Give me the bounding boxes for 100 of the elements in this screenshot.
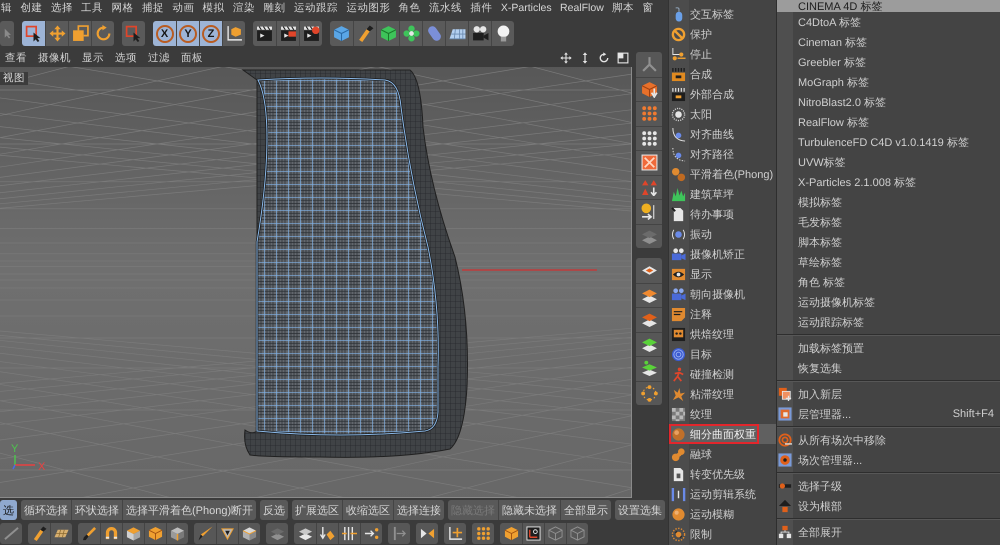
tool-button[interactable] bbox=[22, 21, 45, 46]
menu-item[interactable]: 平滑着色(Phong) bbox=[669, 164, 776, 184]
menu-item[interactable]: 运动跟踪 bbox=[294, 0, 338, 14]
3d-viewport[interactable]: Y X 视图 bbox=[0, 67, 632, 498]
tool-button[interactable] bbox=[491, 21, 514, 46]
cube-icon[interactable] bbox=[333, 25, 350, 42]
menu-item[interactable]: 恢复选集 bbox=[777, 358, 1000, 378]
menu-item[interactable]: 显示 bbox=[669, 264, 776, 284]
cube-icon[interactable] bbox=[126, 526, 141, 541]
selection-cursor-icon[interactable] bbox=[125, 25, 142, 42]
tool-button[interactable] bbox=[636, 126, 662, 150]
menu-item[interactable]: 层管理器... Shift+F4 bbox=[777, 404, 1000, 424]
tool-button[interactable] bbox=[636, 307, 662, 332]
tool-button[interactable] bbox=[222, 21, 245, 46]
tool-button[interactable] bbox=[636, 174, 662, 199]
selection-button[interactable]: 收缩选区 bbox=[342, 500, 394, 520]
clapperboard-icon[interactable] bbox=[256, 25, 273, 42]
menu-item[interactable]: 运动跟踪标签 bbox=[777, 312, 1000, 332]
tool-button[interactable] bbox=[238, 523, 260, 544]
selection-cursor-icon[interactable] bbox=[25, 25, 42, 42]
scale-square-icon[interactable] bbox=[72, 25, 88, 42]
menu-item[interactable]: 外部合成 bbox=[669, 84, 776, 104]
window-icon[interactable] bbox=[617, 52, 629, 64]
tool-button[interactable] bbox=[294, 523, 316, 544]
tool-button[interactable] bbox=[636, 282, 662, 307]
menu-item[interactable]: 限制 bbox=[669, 524, 776, 544]
selection-button[interactable]: 循环选择 bbox=[21, 500, 71, 520]
selection-button[interactable]: 选择连接 bbox=[393, 500, 444, 520]
film-camera-icon[interactable] bbox=[472, 25, 488, 42]
menu-item[interactable]: Cineman 标签 bbox=[777, 32, 1000, 52]
menu-item[interactable]: 注释 bbox=[669, 304, 776, 324]
menu-item[interactable]: 角色 bbox=[398, 0, 421, 14]
split-bars-icon[interactable] bbox=[342, 526, 357, 541]
cube-icon[interactable] bbox=[242, 526, 257, 541]
selection-button[interactable]: 全部显示 bbox=[560, 500, 612, 520]
arrow-plane-icon[interactable] bbox=[320, 526, 335, 541]
menu-item[interactable]: 待办事项 bbox=[669, 204, 776, 224]
magnet-icon[interactable] bbox=[104, 526, 119, 541]
menu-item[interactable]: 模拟 bbox=[202, 0, 225, 14]
selection-button[interactable]: 设置选集 bbox=[615, 500, 666, 520]
selection-button[interactable]: 隐藏未选择 bbox=[498, 500, 560, 520]
dotted-circle-icon[interactable] bbox=[640, 384, 658, 402]
tool-button[interactable] bbox=[522, 523, 544, 544]
tool-button[interactable] bbox=[253, 21, 276, 46]
menu-item[interactable]: 转变优先级 bbox=[669, 464, 776, 484]
menu-item[interactable]: MoGraph 标签 bbox=[777, 72, 1000, 92]
selection-button[interactable]: 环状选择 bbox=[71, 500, 122, 520]
light-bulb-icon[interactable] bbox=[494, 25, 512, 42]
cube-icon[interactable] bbox=[170, 526, 185, 541]
tool-button[interactable] bbox=[338, 523, 360, 544]
tool-button[interactable] bbox=[636, 150, 662, 174]
menu-item[interactable]: 对齐曲线 bbox=[669, 124, 776, 144]
tool-button[interactable] bbox=[636, 258, 662, 282]
menu-item[interactable]: 全部展开 bbox=[777, 522, 1000, 542]
menu-item[interactable]: 过滤 bbox=[148, 51, 170, 65]
menu-item[interactable]: 面板 bbox=[181, 51, 203, 65]
cube-icon[interactable] bbox=[148, 526, 163, 541]
menu-item[interactable]: 停止 bbox=[669, 44, 776, 64]
dot-grid-icon[interactable] bbox=[476, 526, 490, 541]
selection-button[interactable]: 选 bbox=[0, 500, 17, 520]
menu-item[interactable]: 建筑草坪 bbox=[669, 184, 776, 204]
menu-item[interactable]: 加入新层 bbox=[777, 384, 1000, 404]
menu-item[interactable]: 选择子级 bbox=[777, 476, 1000, 496]
tool-button[interactable] bbox=[353, 21, 376, 46]
selection-button[interactable]: 选择平滑着色(Phong)断开 bbox=[122, 500, 256, 520]
tool-button[interactable] bbox=[100, 523, 122, 544]
tool-button[interactable] bbox=[28, 523, 50, 544]
tool-button[interactable] bbox=[299, 21, 322, 46]
tool-button[interactable] bbox=[636, 199, 662, 224]
tool-button[interactable] bbox=[316, 523, 338, 544]
tool-button[interactable] bbox=[276, 21, 299, 46]
clapperboard-icon[interactable] bbox=[280, 25, 296, 42]
crossed-square-icon[interactable] bbox=[640, 154, 658, 172]
tool-button[interactable] bbox=[444, 523, 466, 544]
triangle-icon[interactable] bbox=[220, 526, 235, 541]
menu-item[interactable]: 动画 bbox=[172, 0, 194, 14]
menu-item[interactable]: 草绘标签 bbox=[777, 252, 1000, 272]
menu-item[interactable]: 脚本 bbox=[612, 0, 634, 14]
facing-triangles-icon[interactable] bbox=[420, 526, 434, 541]
menu-item[interactable]: 场次管理器... bbox=[777, 450, 1000, 470]
tool-button[interactable] bbox=[636, 356, 662, 380]
menu-item[interactable]: 加载标签预置 bbox=[777, 338, 1000, 358]
stacked-planes-icon[interactable] bbox=[640, 360, 658, 378]
menu-item[interactable]: 运动剪辑系统 bbox=[669, 484, 776, 504]
axis-cube-icon[interactable] bbox=[226, 25, 242, 42]
menu-item[interactable]: 运动模糊 bbox=[669, 504, 776, 524]
menu-item[interactable]: 太阳 bbox=[669, 104, 776, 124]
menu-item[interactable]: 网格 bbox=[112, 0, 134, 14]
menu-item[interactable]: X-Particles bbox=[500, 2, 552, 14]
cube-icon[interactable] bbox=[504, 526, 518, 541]
menu-item[interactable]: 角色 标签 bbox=[777, 272, 1000, 292]
menu-item[interactable]: 从所有场次中移除 bbox=[777, 430, 1000, 450]
tool-button[interactable] bbox=[122, 523, 144, 544]
menu-item[interactable]: CINEMA 4D 标签 bbox=[777, 0, 1000, 12]
menu-item[interactable]: 工具 bbox=[81, 0, 104, 14]
menu-item[interactable]: NitroBlast2.0 标签 bbox=[777, 92, 1000, 112]
tool-button[interactable] bbox=[78, 523, 100, 544]
frame-icon[interactable] bbox=[526, 526, 541, 541]
menu-item[interactable]: TurbulenceFD C4D v1.0.1419 标签 bbox=[777, 132, 1000, 152]
triangles-icon[interactable] bbox=[640, 178, 658, 196]
